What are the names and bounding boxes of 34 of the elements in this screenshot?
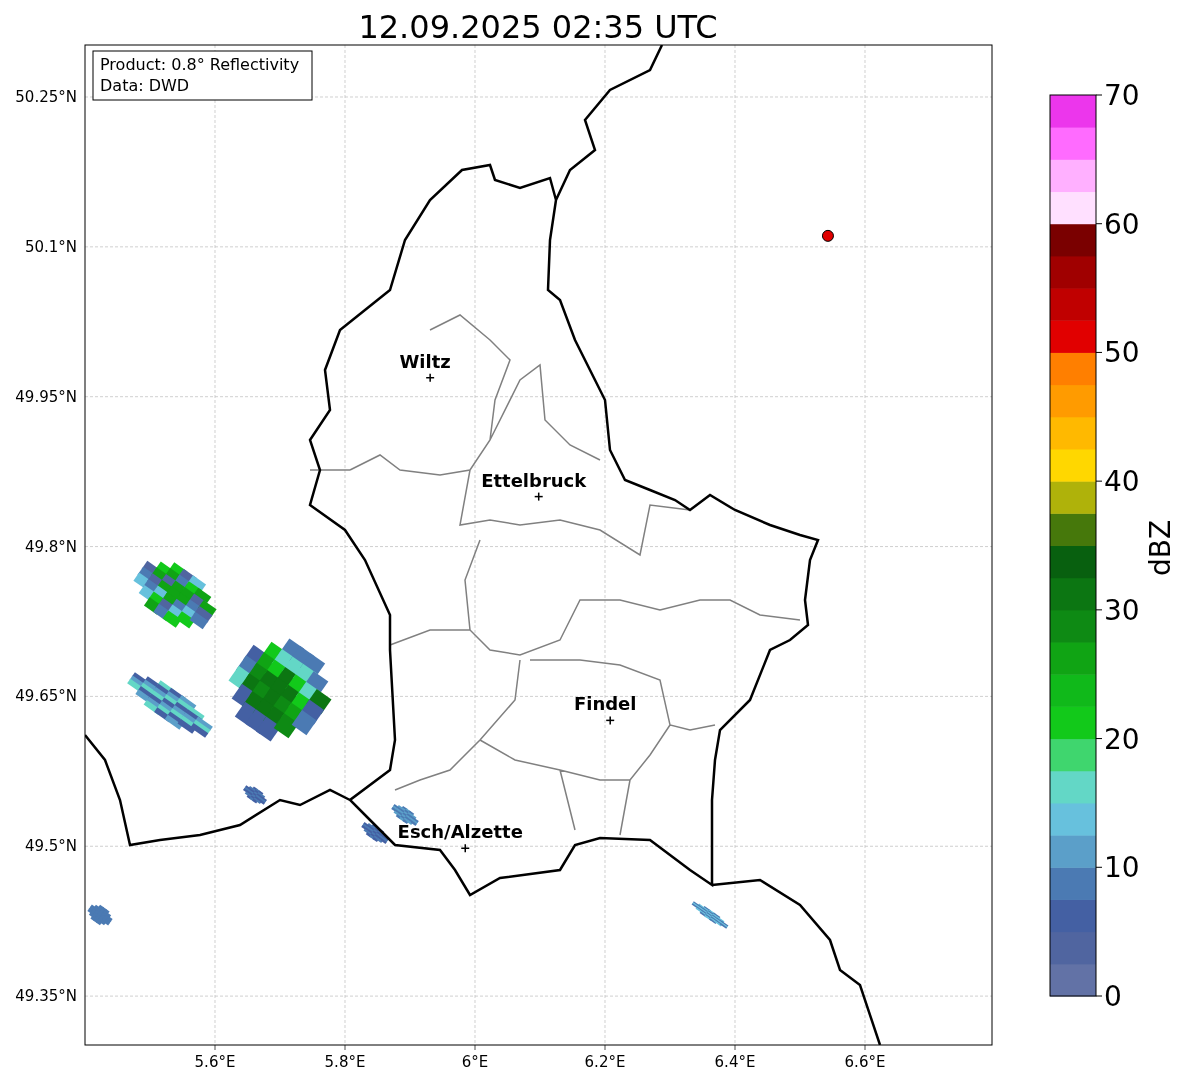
axis-tick-label: 6.4°E bbox=[714, 1053, 756, 1071]
colorbar-tick-label: 60 bbox=[1104, 207, 1140, 241]
radar-site-marker bbox=[821, 229, 834, 242]
axis-tick-label: 49.95°N bbox=[15, 387, 77, 406]
axis-tick-label: 50.1°N bbox=[24, 237, 77, 256]
city-marker-icon bbox=[605, 715, 615, 726]
city-marker-icon bbox=[533, 491, 544, 502]
axis-tick-label: 6.2°E bbox=[584, 1053, 626, 1071]
colorbar-tick-label: 10 bbox=[1104, 851, 1140, 885]
colorbar-label: dBZ bbox=[1144, 519, 1177, 577]
colorbar-tick-label: 30 bbox=[1104, 593, 1140, 627]
city-label: Findel bbox=[573, 693, 637, 715]
chart-title: 12.09.2025 02:35 UTC bbox=[358, 8, 718, 46]
axis-tick-label: 49.8°N bbox=[24, 537, 77, 556]
colorbar-tick-label: 50 bbox=[1104, 336, 1140, 370]
colorbar-tick-label: 70 bbox=[1104, 79, 1140, 112]
axis-tick-label: 49.5°N bbox=[24, 837, 77, 856]
axis-tick-label: 49.35°N bbox=[15, 987, 77, 1006]
axis-tick-label: 5.8°E bbox=[324, 1053, 366, 1071]
colorbar-tick-label: 0 bbox=[1104, 980, 1122, 1013]
axis-tick-label: 5.6°E bbox=[194, 1053, 236, 1071]
legend-text: Data: DWD bbox=[100, 76, 190, 95]
city-marker-icon bbox=[460, 843, 470, 853]
colorbar-tick-label: 40 bbox=[1104, 465, 1140, 499]
axis-tick-label: 49.65°N bbox=[15, 687, 77, 706]
axis-tick-label: 50.25°N bbox=[15, 88, 77, 106]
city-label: Esch/Alzette bbox=[397, 821, 523, 843]
legend-text: Product: 0.8° Reflectivity bbox=[100, 55, 300, 74]
axis-tick-label: 6.6°E bbox=[844, 1053, 886, 1071]
city-marker-icon bbox=[425, 372, 435, 383]
axis-tick-label: 6°E bbox=[461, 1053, 489, 1071]
city-label: Ettelbruck bbox=[481, 469, 587, 491]
city-label: Wiltz bbox=[399, 350, 451, 372]
colorbar-tick-label: 20 bbox=[1104, 722, 1140, 756]
